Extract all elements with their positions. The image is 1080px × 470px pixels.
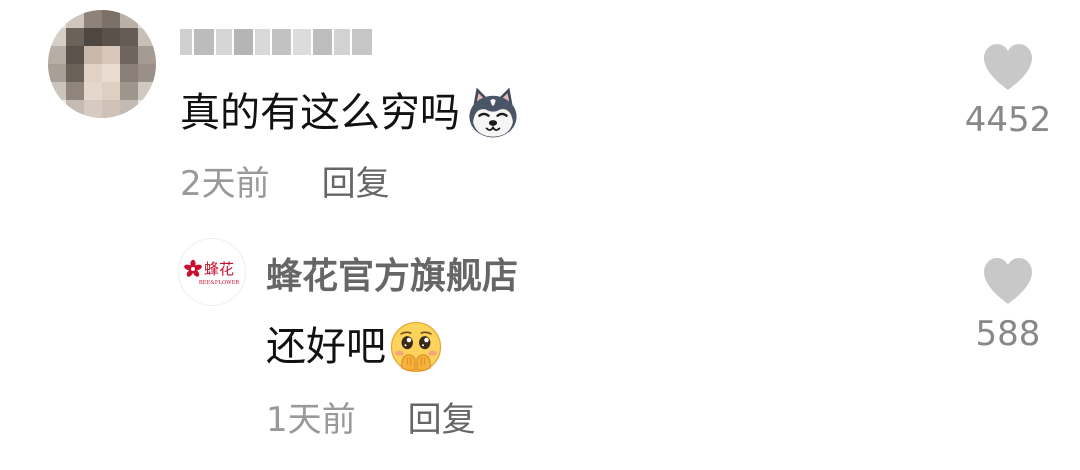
- reply-button[interactable]: 回复: [322, 164, 390, 204]
- brand-logo-en: BEE&FLOWER: [199, 280, 240, 286]
- comment-meta: 2天前 回复: [180, 162, 390, 206]
- like-button[interactable]: 4452: [958, 42, 1058, 140]
- like-count: 4452: [964, 100, 1052, 140]
- heart-icon[interactable]: [980, 256, 1036, 306]
- reply-text: 还好吧: [266, 324, 386, 370]
- comment-text: 真的有这么穷吗: [180, 90, 460, 136]
- blushing-hands-over-mouth-emoji: [390, 321, 442, 373]
- reply-time: 1天前: [266, 400, 356, 440]
- heart-icon[interactable]: [980, 42, 1036, 92]
- username-blurred[interactable]: [180, 24, 374, 60]
- comment-content: 真的有这么穷吗: [180, 84, 522, 142]
- brand-logo-cn: 蜂花: [204, 260, 234, 278]
- comment-time: 2天前: [180, 164, 270, 204]
- reply-button[interactable]: 回复: [408, 400, 476, 440]
- husky-dog-emoji: [469, 87, 517, 138]
- reply-author[interactable]: 蜂花官方旗舰店: [266, 254, 518, 300]
- reply-content: 还好吧: [266, 318, 444, 376]
- avatar[interactable]: [48, 10, 156, 118]
- reply-meta: 1天前 回复: [266, 398, 476, 442]
- like-count: 588: [975, 314, 1041, 354]
- like-button[interactable]: 588: [958, 256, 1058, 354]
- brand-logo-icon: 蜂花 BEE&FLOWER: [179, 239, 245, 305]
- avatar[interactable]: 蜂花 BEE&FLOWER: [178, 238, 246, 306]
